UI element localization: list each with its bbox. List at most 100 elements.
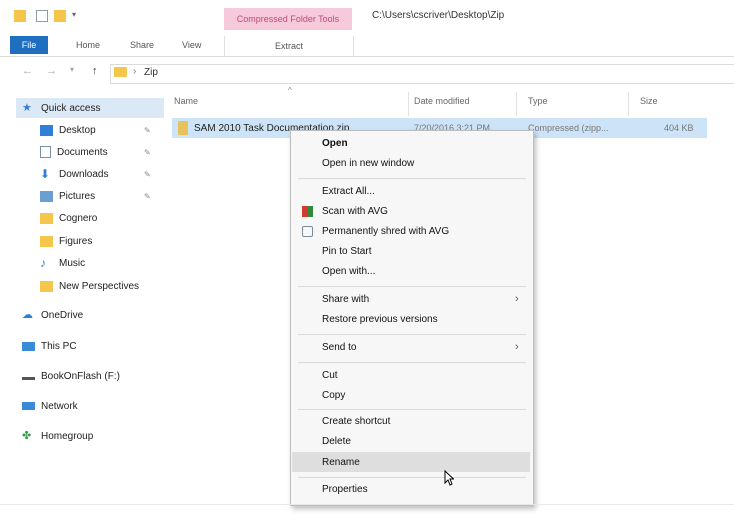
- menu-item-properties[interactable]: Properties: [322, 484, 368, 495]
- pin-icon[interactable]: ✎: [144, 192, 151, 201]
- cloud-icon: ☁: [22, 308, 33, 321]
- sidebar-item-cognero[interactable]: Cognero: [40, 208, 97, 228]
- chevron-right-icon: ›: [515, 341, 519, 353]
- tab-view[interactable]: View: [182, 40, 201, 50]
- menu-item-create-shortcut[interactable]: Create shortcut: [322, 416, 390, 427]
- pin-icon[interactable]: ✎: [144, 170, 151, 179]
- forward-arrow-icon[interactable]: →: [46, 65, 57, 77]
- sidebar-item-label: BookOnFlash (F:): [41, 370, 120, 382]
- tab-share[interactable]: Share: [130, 40, 154, 50]
- computer-icon: [22, 341, 35, 351]
- menu-item-restore-versions[interactable]: Restore previous versions: [322, 314, 438, 325]
- sidebar-item-figures[interactable]: Figures: [40, 231, 92, 251]
- menu-item-delete[interactable]: Delete: [322, 436, 351, 447]
- mouse-cursor-icon: [444, 470, 454, 486]
- sidebar-item-label: Music: [59, 257, 86, 269]
- sidebar-item-new-perspectives[interactable]: New Perspectives: [40, 276, 139, 296]
- star-icon: ★: [22, 101, 32, 114]
- sidebar-item-label: Network: [41, 400, 78, 412]
- desktop-icon: [40, 124, 53, 136]
- column-divider[interactable]: [516, 92, 517, 116]
- context-group-label: Compressed Folder Tools: [224, 8, 352, 30]
- sidebar-item-label: This PC: [41, 340, 77, 352]
- menu-item-copy[interactable]: Copy: [322, 390, 345, 401]
- folder-icon: [40, 235, 53, 247]
- tab-file[interactable]: File: [10, 36, 48, 54]
- column-divider[interactable]: [408, 92, 409, 116]
- sidebar-item-label: Downloads: [59, 168, 109, 180]
- sidebar-item-label: Pictures: [59, 190, 96, 202]
- sidebar-item-this-pc[interactable]: This PC: [22, 336, 77, 356]
- folder-icon: [114, 67, 127, 77]
- pin-icon[interactable]: ✎: [144, 148, 151, 157]
- column-header-date[interactable]: Date modified: [414, 96, 470, 106]
- column-header-size[interactable]: Size: [640, 96, 658, 106]
- ribbon-tabs: [0, 36, 734, 57]
- up-arrow-icon[interactable]: ↑: [92, 65, 98, 77]
- menu-separator: [298, 477, 526, 478]
- sidebar-item-bookonflash[interactable]: BookOnFlash (F:): [22, 366, 120, 386]
- menu-item-open-with[interactable]: Open with...: [322, 266, 375, 277]
- tab-home[interactable]: Home: [76, 40, 100, 50]
- sidebar-item-desktop[interactable]: Desktop: [40, 120, 96, 140]
- network-icon: [22, 402, 35, 410]
- new-folder-icon[interactable]: [54, 10, 66, 22]
- menu-item-open[interactable]: Open: [322, 138, 348, 149]
- folder-icon[interactable]: [14, 10, 26, 22]
- pictures-icon: [40, 190, 53, 202]
- sort-up-icon: ^: [288, 86, 292, 95]
- documents-icon: [40, 146, 51, 158]
- sidebar-item-quick-access[interactable]: ★ Quick access: [22, 98, 100, 118]
- sidebar-item-documents[interactable]: Documents: [40, 142, 108, 162]
- recent-dropdown-icon[interactable]: ▾: [70, 65, 74, 74]
- sidebar-item-onedrive[interactable]: ☁ OneDrive: [22, 305, 83, 325]
- menu-item-cut[interactable]: Cut: [322, 370, 338, 381]
- homegroup-icon: ✤: [22, 429, 32, 442]
- menu-item-send-to[interactable]: Send to: [322, 342, 356, 353]
- column-header-name[interactable]: Name: [174, 96, 198, 106]
- sidebar-item-homegroup[interactable]: ✤ Homegroup: [22, 426, 93, 446]
- sidebar-item-label: New Perspectives: [59, 280, 140, 292]
- sidebar-item-network[interactable]: Network: [22, 396, 78, 416]
- address-bar[interactable]: [110, 64, 734, 84]
- download-icon: ⬇: [40, 166, 51, 181]
- qa-dropdown-icon[interactable]: ▾: [72, 10, 76, 19]
- drive-icon: [22, 372, 35, 380]
- file-type: Compressed (zipp...: [528, 123, 609, 133]
- menu-item-rename[interactable]: Rename: [322, 457, 360, 468]
- menu-separator: [298, 286, 526, 287]
- folder-icon: [40, 280, 53, 292]
- avg-icon: [302, 206, 313, 217]
- menu-item-scan-avg[interactable]: Scan with AVG: [322, 206, 388, 217]
- breadcrumb-zip[interactable]: Zip: [144, 67, 158, 78]
- tab-extract[interactable]: Extract: [224, 36, 354, 56]
- sidebar-item-pictures[interactable]: Pictures: [40, 186, 95, 206]
- menu-item-open-new-window[interactable]: Open in new window: [322, 158, 414, 169]
- menu-item-share-with[interactable]: Share with: [322, 294, 369, 305]
- back-arrow-icon[interactable]: ←: [22, 65, 33, 77]
- status-divider: [0, 504, 734, 505]
- menu-item-extract-all[interactable]: Extract All...: [322, 186, 375, 197]
- sidebar-item-label: Documents: [57, 146, 108, 158]
- menu-separator: [298, 409, 526, 410]
- sidebar-item-label: Quick access: [41, 102, 101, 114]
- pin-icon[interactable]: ✎: [144, 126, 151, 135]
- sidebar-item-label: Cognero: [59, 212, 98, 224]
- sidebar-item-label: Desktop: [59, 124, 96, 136]
- properties-icon[interactable]: [36, 10, 48, 22]
- shred-icon: [302, 226, 313, 237]
- menu-separator: [298, 334, 526, 335]
- column-divider[interactable]: [628, 92, 629, 116]
- breadcrumb-separator[interactable]: ›: [133, 66, 136, 77]
- music-icon: ♪: [40, 255, 46, 270]
- sidebar-item-label: OneDrive: [41, 309, 84, 321]
- zip-file-icon: [178, 121, 188, 135]
- menu-item-pin-start[interactable]: Pin to Start: [322, 246, 371, 257]
- column-header-type[interactable]: Type: [528, 96, 548, 106]
- sidebar-item-music[interactable]: ♪ Music: [40, 253, 85, 273]
- chevron-right-icon: ›: [515, 293, 519, 305]
- menu-item-shred-avg[interactable]: Permanently shred with AVG: [322, 226, 449, 237]
- sidebar-item-downloads[interactable]: ⬇ Downloads: [40, 164, 108, 184]
- sidebar-item-label: Homegroup: [41, 430, 94, 442]
- file-size: 404 KB: [664, 123, 694, 133]
